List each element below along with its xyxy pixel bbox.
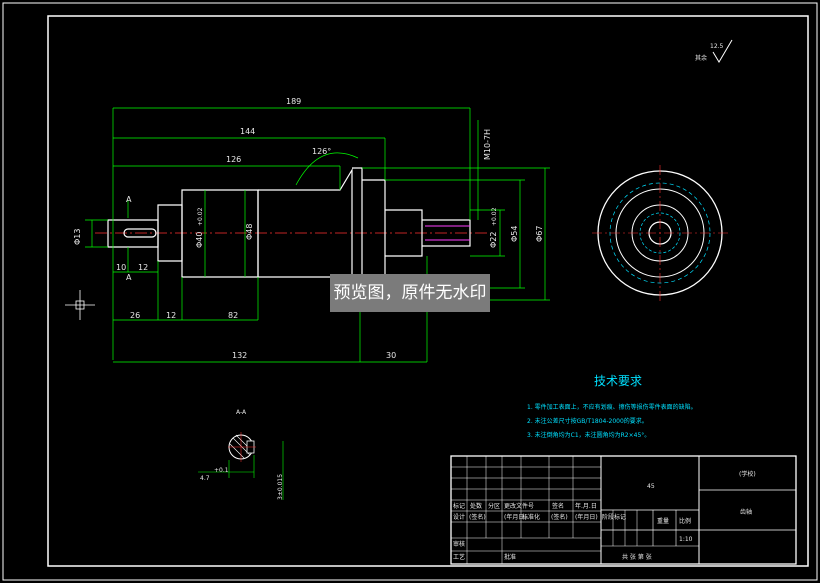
material: 45 xyxy=(647,483,655,490)
review-label: 审核 xyxy=(453,540,465,548)
dia-67: Φ67 xyxy=(535,226,544,242)
roughness-label: 其余 xyxy=(695,54,707,62)
scale-value: 1:10 xyxy=(679,536,693,543)
dia-48: Φ48 xyxy=(245,224,254,240)
section-arrow-a-top: A xyxy=(126,195,132,204)
dia-22: Φ22 xyxy=(489,232,498,248)
row-label-2: 分区 xyxy=(488,502,500,510)
key-depth: 4.7 xyxy=(200,475,210,482)
dia-13: Φ13 xyxy=(73,229,82,245)
tech-title: 技术要求 xyxy=(594,374,642,388)
dia-40: Φ40 xyxy=(195,232,204,248)
dim-26: 26 xyxy=(130,311,140,320)
key-depth-tol: +0.1 xyxy=(214,467,229,474)
tech-item-2: 2. 未注公差尺寸按GB/T1804-2000的要求。 xyxy=(527,417,648,425)
scale-label: 比例 xyxy=(679,517,691,525)
tech-item-3: 3. 未注倒角均为C1，未注圆角均为R2×45°。 xyxy=(527,431,650,439)
dim-144: 144 xyxy=(240,127,255,136)
design-signature: (签名) xyxy=(469,513,486,521)
technical-requirements: 技术要求 1. 零件加工表面上，不应有划痕、擦伤等损伤零件表面的缺陷。 2. 未… xyxy=(527,374,697,439)
row-label-0: 标记 xyxy=(453,502,465,510)
thread-spec: M10-7H xyxy=(483,129,492,160)
standardize-date: (年月日) xyxy=(575,513,598,521)
row-label-4: 签名 xyxy=(552,502,564,510)
section-a-a: A-A 4.7 +0.1 3±0.015 xyxy=(198,409,284,500)
row-label-1: 处数 xyxy=(470,502,482,510)
dia-54: Φ54 xyxy=(510,226,519,242)
part-name: 齿轴 xyxy=(740,508,752,516)
dim-10: 10 xyxy=(116,263,126,272)
standardize-signature: (签名) xyxy=(551,513,568,521)
key-width: 3±0.015 xyxy=(277,474,284,500)
dim-189: 189 xyxy=(286,97,301,106)
end-view xyxy=(592,165,728,301)
school: (学校) xyxy=(739,470,756,478)
watermark: 预览图，原件无水印 xyxy=(330,274,490,312)
section-label: A-A xyxy=(236,409,247,416)
tech-item-1: 1. 零件加工表面上，不应有划痕、擦伤等损伤零件表面的缺陷。 xyxy=(527,403,697,411)
roughness-value: 12.5 xyxy=(710,43,724,50)
dim-132: 132 xyxy=(232,351,247,360)
dia-40-tol: +0.02 xyxy=(197,207,204,226)
weight-label: 重量 xyxy=(657,517,669,525)
stage-label: 阶段标记 xyxy=(602,513,626,521)
title-block-text: 45 (学校) 齿轴 1:10 重量 比例 共 张 第 张 标记 处数 分区 更… xyxy=(453,470,756,561)
design-label: 设计 xyxy=(453,513,465,521)
section-arrow-a-bottom: A xyxy=(126,273,132,282)
process-label: 工艺 xyxy=(453,553,465,561)
angle-126: 126° xyxy=(312,147,331,156)
sheet-label: 共 张 第 张 xyxy=(622,553,652,561)
dim-126: 126 xyxy=(226,155,241,164)
row-label-3: 更改文件号 xyxy=(504,502,534,510)
crosshair-icon xyxy=(65,290,95,320)
roughness-symbol: 12.5 其余 xyxy=(695,39,733,63)
dim-82: 82 xyxy=(228,311,238,320)
approve-label: 批准 xyxy=(504,553,516,561)
dim-12a: 12 xyxy=(166,311,176,320)
dia-22-tol: +0.02 xyxy=(491,207,498,226)
dim-30: 30 xyxy=(386,351,396,360)
standardize-label: 标准化 xyxy=(522,513,540,521)
dim-12b: 12 xyxy=(138,263,148,272)
row-label-5: 年.月.日 xyxy=(575,502,597,510)
